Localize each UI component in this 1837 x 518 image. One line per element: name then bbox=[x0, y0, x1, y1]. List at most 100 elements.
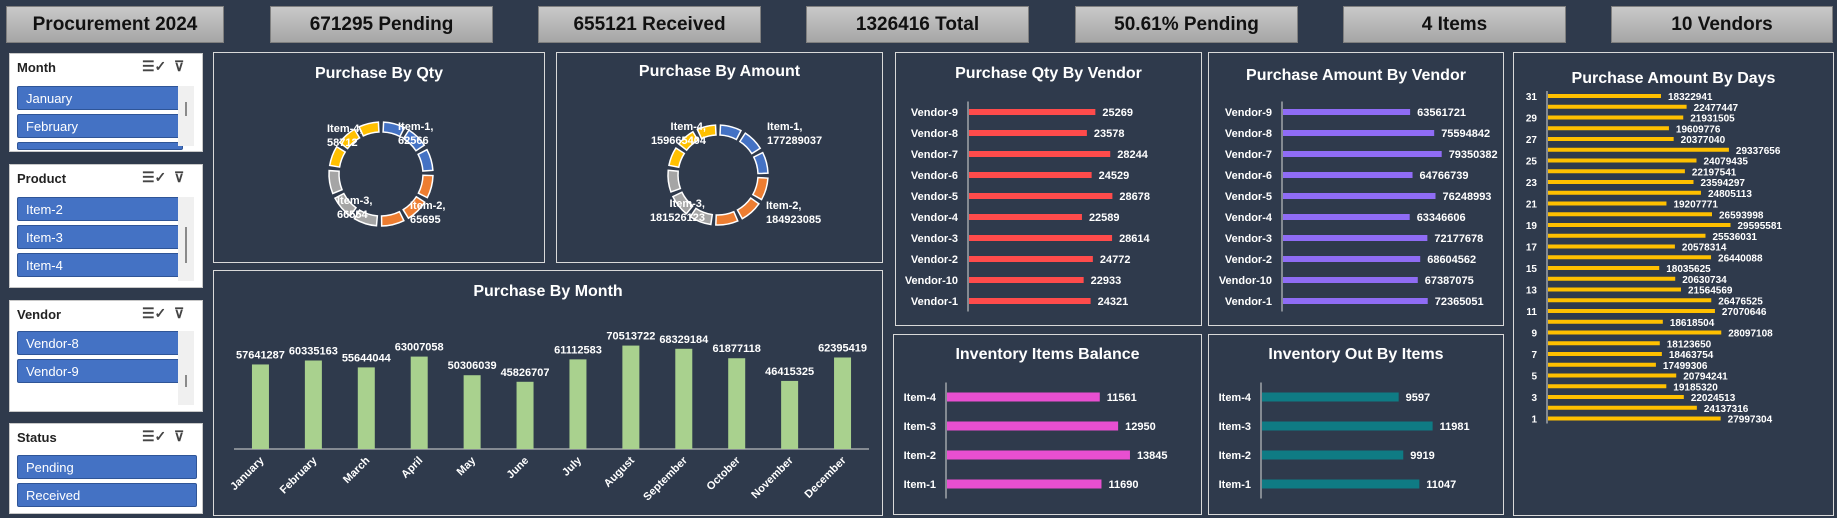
tick-label-vendor-8: Vendor-8 bbox=[911, 128, 958, 140]
tick-label-september: September bbox=[641, 454, 690, 503]
data-label-day-12: 26476525 bbox=[1718, 296, 1763, 307]
data-label-day-18: 25536031 bbox=[1712, 232, 1757, 243]
bar-vendor-3 bbox=[1283, 235, 1428, 241]
bar-vendor-2 bbox=[969, 256, 1093, 262]
clear-filter-icon[interactable]: ⊽ bbox=[174, 169, 194, 187]
data-label-day-29: 21931505 bbox=[1690, 114, 1735, 125]
clear-filter-icon[interactable]: ⊽ bbox=[174, 58, 194, 76]
tick-label-item-3: Item-3 bbox=[1219, 421, 1251, 433]
tick-label-vendor-10: Vendor-10 bbox=[1219, 275, 1272, 287]
slicer-status-item-pending[interactable]: Pending bbox=[17, 455, 197, 479]
slicer-product-item-2[interactable]: Item-2 bbox=[17, 197, 183, 221]
bar-day-31 bbox=[1548, 94, 1661, 98]
multi-select-icon[interactable]: ☰✓ bbox=[142, 305, 166, 323]
tick-label-item-4: Item-4 bbox=[904, 392, 937, 404]
data-label-day-23: 23594297 bbox=[1700, 178, 1745, 189]
clear-filter-icon[interactable]: ⊽ bbox=[174, 428, 194, 446]
data-label-day-16: 26440088 bbox=[1718, 253, 1763, 264]
multi-select-icon[interactable]: ☰✓ bbox=[142, 58, 166, 76]
bar-day-19 bbox=[1548, 223, 1731, 227]
slicer-month-item-february[interactable]: February bbox=[17, 114, 183, 138]
bar-vendor-2 bbox=[1283, 256, 1421, 262]
multi-select-icon[interactable]: ☰✓ bbox=[142, 169, 166, 187]
data-label-vendor-7: 28244 bbox=[1117, 149, 1148, 161]
tick-label-day-17: 17 bbox=[1526, 243, 1538, 254]
data-label-october: 61877118 bbox=[713, 343, 761, 355]
bar-may bbox=[463, 375, 481, 449]
donut-slice-item-4 bbox=[328, 145, 347, 168]
bar-day-4 bbox=[1548, 384, 1667, 389]
tick-label-october: October bbox=[705, 454, 744, 493]
chart-vendor-amount: Vendor-9 63561721 Vendor-8 75594842 Vendor-7… bbox=[1219, 101, 1498, 312]
tick-label-vendor-6: Vendor-6 bbox=[911, 170, 958, 182]
slicer-vendor-item-8[interactable]: Vendor-8 bbox=[17, 331, 183, 355]
bar-vendor-1 bbox=[1283, 298, 1428, 304]
chart-amount-donut: Item-1, 177289037Item-2, 184923085Item-3, 1… bbox=[650, 121, 822, 226]
chart-qty-donut: Item-1, 62566Item-2, 65695Item-3, 66554Item… bbox=[327, 121, 445, 227]
donut-slice-item-1 bbox=[752, 151, 769, 175]
data-label-item-2: Item-2, 184923085 bbox=[766, 200, 821, 226]
bar-day-14 bbox=[1548, 276, 1676, 281]
data-label-item-3: 12950 bbox=[1125, 421, 1156, 433]
slicer-vendor: Vendor ☰✓ ⊽ Vendor-8 Vendor-9 bbox=[9, 300, 203, 412]
data-label-day-27: 20377040 bbox=[1681, 135, 1726, 146]
bar-vendor-8 bbox=[1283, 130, 1435, 136]
data-label-day-26: 29337656 bbox=[1736, 146, 1781, 157]
slicer-product-item-3[interactable]: Item-3 bbox=[17, 225, 183, 249]
bar-november bbox=[781, 380, 799, 449]
data-label-item-2: 13845 bbox=[1137, 450, 1168, 462]
slicer-month-scrollbar[interactable] bbox=[178, 86, 194, 146]
bar-day-5 bbox=[1548, 373, 1677, 378]
slicer-vendor-scrollbar[interactable] bbox=[178, 331, 194, 405]
data-label-june: 45826707 bbox=[501, 367, 550, 379]
panel-inventory-balance: Inventory Items Balance Item-4 11561 Item-… bbox=[893, 334, 1202, 515]
donut-slice-item-2 bbox=[751, 176, 769, 201]
tick-label-item-3: Item-3 bbox=[904, 421, 936, 433]
bar-vendor-1 bbox=[969, 298, 1091, 304]
slicer-month-item-partial[interactable] bbox=[17, 142, 183, 150]
donut-slice-item-1 bbox=[719, 124, 743, 141]
chart-inventory-out: Item-4 9597 Item-3 11981 Item-2 9919 Item-1 110… bbox=[1219, 382, 1470, 499]
bar-day-10 bbox=[1548, 319, 1663, 324]
slicer-product-item-4[interactable]: Item-4 bbox=[17, 253, 183, 277]
bar-vendor-8 bbox=[969, 130, 1087, 136]
tick-label-item-2: Item-2 bbox=[904, 450, 936, 462]
data-label-day-19: 29595581 bbox=[1738, 221, 1783, 232]
panel-qty-by-vendor: Purchase Qty By Vendor Vendor-9 25269 Vend… bbox=[895, 52, 1202, 326]
bar-vendor-5 bbox=[969, 193, 1113, 199]
slicer-status-item-received[interactable]: Received bbox=[17, 483, 197, 507]
tick-label-vendor-5: Vendor-5 bbox=[911, 191, 958, 203]
donut-slice-item-2 bbox=[736, 196, 760, 220]
slicer-product-title: Product bbox=[17, 170, 67, 186]
tick-label-day-9: 9 bbox=[1531, 329, 1537, 340]
data-label-february: 60335163 bbox=[289, 346, 338, 358]
bar-item-3 bbox=[947, 421, 1119, 431]
bar-day-1 bbox=[1548, 416, 1721, 421]
bar-item-2 bbox=[1262, 450, 1404, 460]
bar-august bbox=[622, 345, 640, 449]
data-label-vendor-1: 24321 bbox=[1098, 296, 1129, 308]
clear-filter-icon[interactable]: ⊽ bbox=[174, 305, 194, 323]
bar-day-18 bbox=[1548, 233, 1706, 238]
slicer-vendor-item-9[interactable]: Vendor-9 bbox=[17, 359, 183, 383]
multi-select-icon[interactable]: ☰✓ bbox=[142, 428, 166, 446]
bar-vendor-5 bbox=[1283, 193, 1436, 199]
slicer-status: Status ☰✓ ⊽ Pending Received bbox=[9, 423, 203, 514]
slicer-product-scrollbar[interactable] bbox=[178, 197, 194, 281]
bar-vendor-7 bbox=[969, 151, 1111, 157]
donut-slice-item-2 bbox=[715, 210, 739, 226]
data-label-day-13: 21564569 bbox=[1688, 286, 1733, 297]
bar-september bbox=[675, 348, 693, 449]
tick-label-vendor-10: Vendor-10 bbox=[905, 275, 958, 287]
data-label-vendor-3: 72177678 bbox=[1434, 233, 1483, 245]
bar-item-1 bbox=[947, 479, 1102, 489]
slicer-month-title: Month bbox=[17, 59, 56, 75]
data-label-december: 62395419 bbox=[818, 342, 867, 354]
kpi-pending: 671295 Pending bbox=[270, 6, 493, 43]
tick-label-day-19: 19 bbox=[1526, 221, 1538, 232]
tick-label-july: July bbox=[560, 454, 585, 479]
slicer-month-item-january[interactable]: January bbox=[17, 86, 183, 110]
tick-label-february: February bbox=[278, 454, 320, 496]
data-label-january: 57641287 bbox=[236, 349, 285, 361]
tick-label-day-21: 21 bbox=[1526, 200, 1538, 211]
